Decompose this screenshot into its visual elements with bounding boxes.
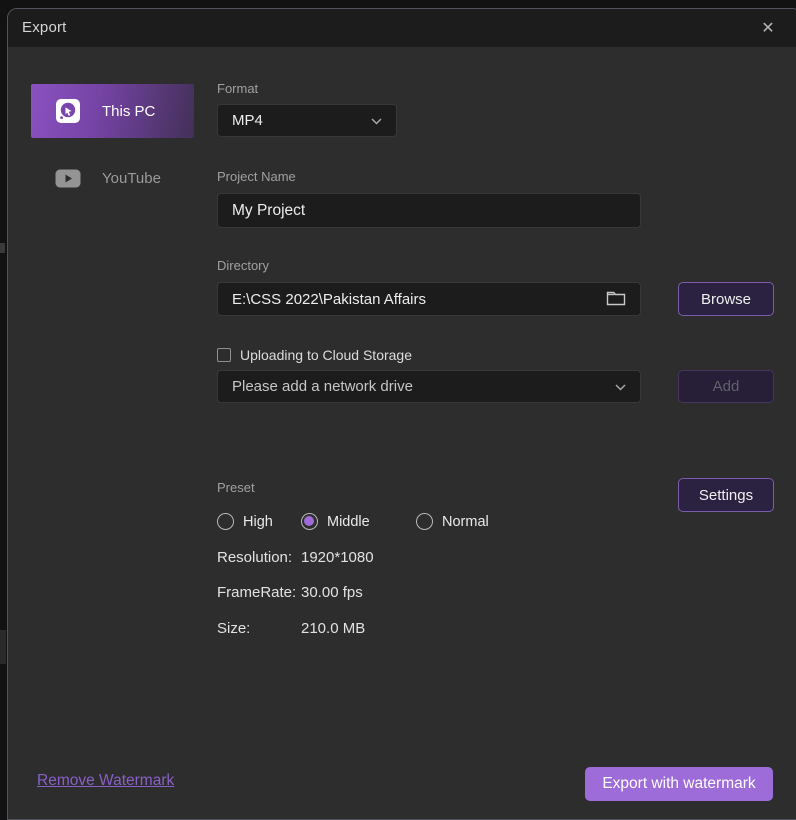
dialog-titlebar: Export ✕ xyxy=(8,9,796,47)
remove-watermark-link[interactable]: Remove Watermark xyxy=(37,772,174,790)
format-label: Format xyxy=(217,81,258,96)
project-name-input[interactable]: My Project xyxy=(217,193,641,228)
preset-radio-high[interactable]: High xyxy=(217,513,273,530)
radio-label: Normal xyxy=(442,514,489,530)
framerate-value: 30.00 fps xyxy=(301,584,363,601)
add-button[interactable]: Add xyxy=(678,370,774,403)
network-drive-placeholder: Please add a network drive xyxy=(232,378,605,395)
resolution-value: 1920*1080 xyxy=(301,549,374,566)
background-app-fragment xyxy=(0,630,6,664)
framerate-label: FrameRate: xyxy=(217,584,296,601)
folder-icon[interactable] xyxy=(606,289,626,310)
project-name-label: Project Name xyxy=(217,169,296,184)
resolution-label: Resolution: xyxy=(217,549,292,566)
sidebar-item-youtube[interactable]: YouTube xyxy=(31,157,194,199)
export-with-watermark-button[interactable]: Export with watermark xyxy=(585,767,773,801)
chevron-down-icon xyxy=(371,112,382,129)
size-label: Size: xyxy=(217,620,250,637)
cloud-storage-checkbox[interactable] xyxy=(217,348,231,362)
settings-button[interactable]: Settings xyxy=(678,478,774,512)
directory-label: Directory xyxy=(217,258,269,273)
sidebar-item-this-pc[interactable]: This PC xyxy=(31,84,194,138)
network-drive-select[interactable]: Please add a network drive xyxy=(217,370,641,403)
cloud-storage-row[interactable]: Uploading to Cloud Storage xyxy=(217,347,412,363)
preset-radio-normal[interactable]: Normal xyxy=(416,513,489,530)
cloud-storage-label: Uploading to Cloud Storage xyxy=(240,347,412,363)
preset-radio-middle[interactable]: Middle xyxy=(301,513,370,530)
radio-circle[interactable] xyxy=(416,513,433,530)
hard-drive-icon xyxy=(55,98,81,124)
project-name-value: My Project xyxy=(232,202,626,220)
format-value: MP4 xyxy=(232,112,361,129)
directory-input[interactable]: E:\CSS 2022\Pakistan Affairs xyxy=(217,282,641,316)
directory-value: E:\CSS 2022\Pakistan Affairs xyxy=(232,291,596,308)
browse-button[interactable]: Browse xyxy=(678,282,774,316)
youtube-icon xyxy=(55,169,81,188)
radio-circle[interactable] xyxy=(217,513,234,530)
chevron-down-icon xyxy=(615,378,626,395)
sidebar-item-label: YouTube xyxy=(102,170,161,187)
background-app-fragment xyxy=(0,243,5,253)
close-icon[interactable]: ✕ xyxy=(756,16,780,40)
radio-label: Middle xyxy=(327,514,370,530)
format-select[interactable]: MP4 xyxy=(217,104,397,137)
dialog-title: Export xyxy=(22,9,67,47)
export-dialog: Export ✕ This PC YouTube Format MP4 xyxy=(7,8,796,820)
preset-label: Preset xyxy=(217,480,255,495)
radio-label: High xyxy=(243,514,273,530)
sidebar-item-label: This PC xyxy=(102,103,155,120)
radio-circle[interactable] xyxy=(301,513,318,530)
size-value: 210.0 MB xyxy=(301,620,365,637)
